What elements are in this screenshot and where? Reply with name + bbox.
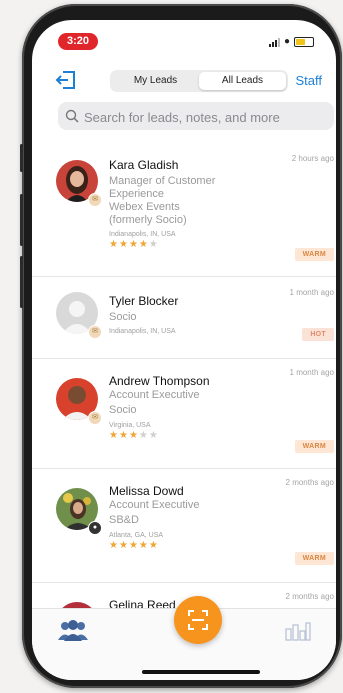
lead-row-kara-gladish[interactable]: ✉ Kara Gladish Manager of Customer Exper… [32,142,336,277]
tab-leads[interactable] [56,619,90,641]
lead-time-ago: 2 months ago [285,592,334,601]
lead-temperature-tag: WARM [294,552,334,565]
status-time: 3:20 [58,33,98,50]
logout-button[interactable] [54,70,78,92]
lead-time-ago: 2 hours ago [291,154,334,163]
lead-name: Tyler Blocker [109,294,179,308]
lead-title-line: Experience [109,188,165,200]
staff-button[interactable]: Staff [295,73,322,88]
lead-company: (formerly Socio) [109,214,187,226]
lead-title-line: Account Executive [109,389,200,401]
signal-icon [268,37,280,47]
search-bar[interactable] [58,102,334,132]
star-icon: ★ [148,239,159,250]
lead-name: Kara Gladish [109,158,179,172]
lead-title-line: Account Executive [109,499,200,511]
lead-time-ago: 1 month ago [289,368,334,377]
lead-company: SB&D [109,514,139,526]
star-rating: ★★★★★ [109,540,159,551]
bar-chart-icon [285,622,311,641]
volume-down-button [20,256,23,308]
lead-temperature-tag: WARM [294,440,334,453]
leads-segment-control: My Leads All Leads [110,70,288,92]
star-rating: ★★★★★ [109,239,159,250]
lead-temperature-tag: WARM [294,248,334,261]
star-icon: ★ [118,430,129,441]
volume-up-button [20,194,23,246]
tab-my-leads[interactable]: My Leads [112,72,199,90]
lead-row-melissa-dowd[interactable]: ● Melissa Dowd Account Executive SB&D At… [32,468,336,583]
lead-name: Andrew Thompson [109,374,210,388]
lead-title-line: Manager of Customer [109,175,216,187]
star-icon: ★ [138,239,149,250]
star-icon: ★ [109,430,119,441]
lead-source-badge-icon: ✉ [88,411,102,425]
leads-header: My Leads All Leads Staff [32,68,336,98]
app-screen: 3:20 ● My Leads All Leads Staff Search f… [32,20,336,680]
status-icons: ● [268,36,314,47]
star-rating: ★★★★★ [109,430,159,441]
home-indicator [142,670,260,674]
lead-source-badge-icon: ✉ [88,193,102,207]
exit-icon [55,71,75,89]
search-icon [65,109,79,123]
lead-company: Socio [109,404,137,416]
status-bar: 3:20 ● [32,20,336,60]
lead-location: Indianapolis, IN, USA [109,328,176,335]
tab-analytics[interactable] [284,621,312,641]
lead-time-ago: 1 month ago [289,288,334,297]
lead-location: Atlanta, GA, USA [109,532,164,539]
lead-source-badge-icon: ✉ [88,325,102,339]
star-icon: ★ [109,540,119,551]
wifi-icon: ● [283,36,290,47]
mute-switch [20,144,23,172]
star-icon: ★ [138,540,149,551]
lead-company: Webex Events [109,201,180,213]
star-icon: ★ [118,540,129,551]
lead-row-tyler-blocker[interactable]: ✉ Tyler Blocker Socio Indianapolis, IN, … [32,276,336,359]
tab-all-leads[interactable]: All Leads [199,72,286,90]
star-icon: ★ [118,239,129,250]
lead-temperature-tag: HOT [302,328,334,341]
star-icon: ★ [148,540,159,551]
battery-icon [294,37,314,47]
lead-location: Virginia, USA [109,422,151,429]
lead-source-badge-icon: ● [88,521,102,535]
star-icon: ★ [138,430,149,441]
star-icon: ★ [128,540,139,551]
lead-company: Socio [109,311,137,323]
star-icon: ★ [128,239,139,250]
scan-badge-button[interactable] [174,596,222,644]
people-icon [58,620,88,641]
scan-icon [188,610,208,630]
star-icon: ★ [148,430,159,441]
lead-location: Indianapolis, IN, USA [109,231,176,238]
lead-name: Melissa Dowd [109,484,184,498]
star-icon: ★ [128,430,139,441]
search-input[interactable] [82,102,332,132]
star-icon: ★ [109,239,119,250]
lead-row-andrew-thompson[interactable]: ✉ Andrew Thompson Account Executive Soci… [32,358,336,469]
lead-time-ago: 2 months ago [285,478,334,487]
